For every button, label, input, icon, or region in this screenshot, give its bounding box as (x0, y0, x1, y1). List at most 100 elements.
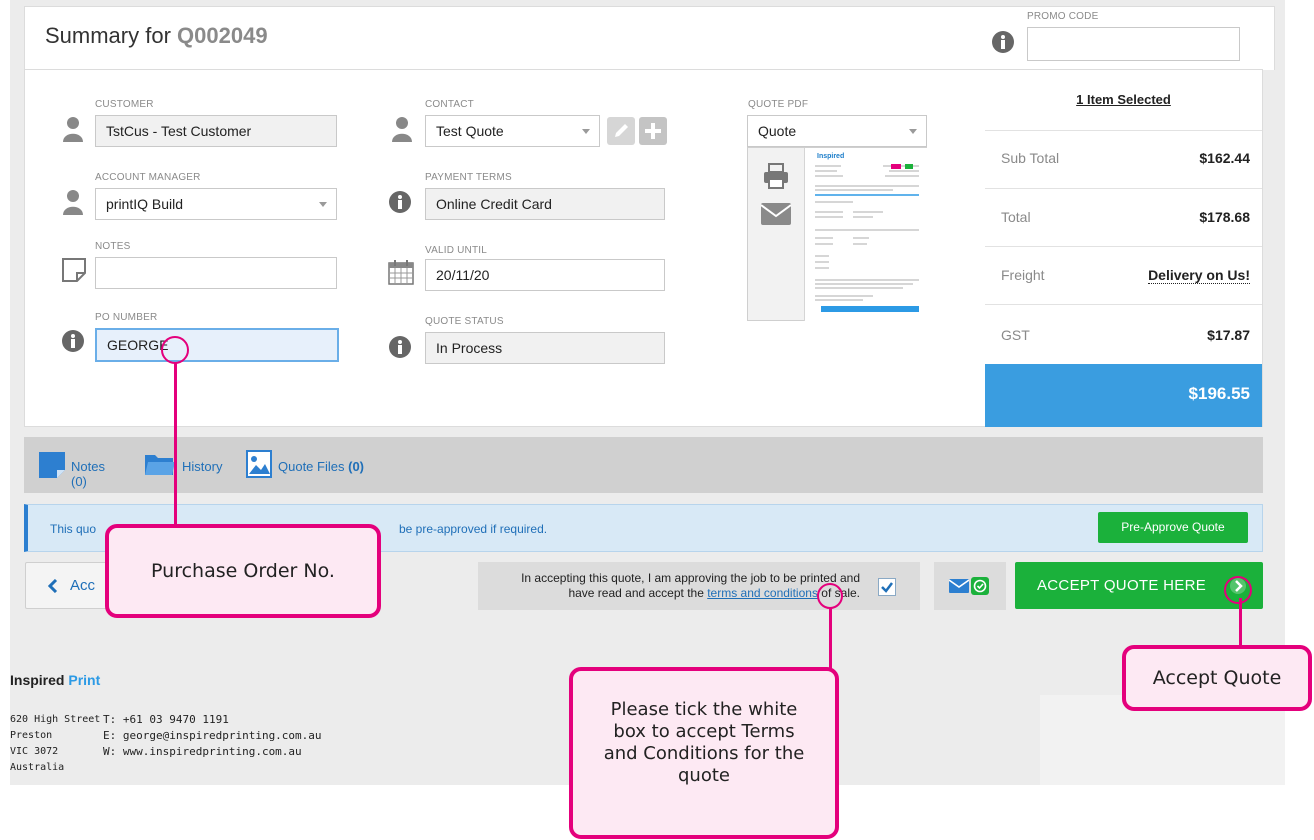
callout-marker (161, 336, 189, 364)
notes-input[interactable] (95, 257, 337, 289)
email-approve-button[interactable] (934, 562, 1006, 610)
pdf-preview-panel: Inspired (747, 147, 927, 321)
notes-label: NOTES (95, 241, 131, 252)
thumbnail-logo: Inspired (817, 153, 845, 160)
company-address: 620 High Street Preston VIC 3072 Austral… (10, 712, 100, 776)
address-line: Preston (10, 730, 53, 741)
company-website[interactable]: W: www.inspiredprinting.com.au (103, 744, 322, 760)
accept-terms-checkbox[interactable] (878, 578, 896, 596)
price-summary-panel: 1 Item Selected Sub Total $162.44 Total … (985, 69, 1263, 427)
contact-select[interactable]: Test Quote (425, 115, 600, 147)
terms-line-2-start: have read and accept the (568, 586, 704, 600)
terms-and-conditions-link[interactable]: terms and conditions (707, 586, 818, 600)
account-manager-label: ACCOUNT MANAGER (95, 172, 201, 183)
title-prefix: Summary for (45, 23, 171, 48)
quote-pdf-value: Quote (758, 123, 797, 139)
add-contact-button[interactable] (639, 117, 667, 145)
payment-terms-field[interactable]: Online Credit Card (425, 188, 665, 220)
po-number-input[interactable]: GEORGE (95, 328, 339, 362)
address-line: VIC 3072 (10, 746, 59, 757)
quote-files-text: Quote Files (278, 459, 345, 474)
customer-label: CUSTOMER (95, 99, 154, 110)
info-icon (389, 191, 411, 218)
tab-history[interactable]: History (145, 450, 225, 480)
approved-check-icon (971, 577, 989, 595)
callout-connector (1239, 598, 1242, 648)
mail-icon[interactable] (760, 203, 792, 230)
quote-number: Q002049 (177, 23, 268, 48)
total-value: $178.68 (1199, 209, 1250, 225)
valid-until-label: VALID UNTIL (425, 245, 488, 256)
pdf-thumbnail[interactable]: Inspired (804, 148, 927, 321)
company-email[interactable]: E: george@inspiredprinting.com.au (103, 728, 322, 744)
terms-text: In accepting this quote, I am approving … (478, 571, 860, 601)
info-icon (62, 330, 84, 357)
banner-text-start: This quo (50, 522, 97, 536)
person-icon (63, 189, 83, 220)
terms-line-2: have read and accept the terms and condi… (478, 586, 860, 601)
quote-pdf-label: QUOTE PDF (748, 99, 809, 110)
terms-acceptance-box: In accepting this quote, I am approving … (478, 562, 920, 610)
info-icon (389, 336, 411, 363)
tab-notes-label: Notes (0) (71, 459, 105, 489)
chevron-down-icon (582, 129, 590, 134)
tab-quote-files[interactable]: Quote Files (0) (246, 448, 366, 480)
grand-total-value: $196.55 (1188, 384, 1250, 403)
grand-total-bar: $196.55 (985, 364, 1262, 427)
promo-code-input[interactable] (1027, 27, 1240, 61)
chevron-down-icon (909, 129, 917, 134)
account-manager-select[interactable]: printIQ Build (95, 188, 337, 220)
contact-value: Test Quote (436, 123, 504, 139)
freight-row: Freight Delivery on Us! (985, 247, 1262, 305)
folder-icon (145, 455, 175, 475)
sub-total-row: Sub Total $162.44 (985, 131, 1262, 189)
pre-approve-quote-button[interactable]: Pre-Approve Quote (1098, 512, 1248, 543)
contact-label: CONTACT (425, 99, 474, 110)
account-manager-value: printIQ Build (106, 196, 184, 212)
header-bar: Summary for Q002049 PROMO CODE (24, 6, 1275, 70)
customer-field[interactable]: TstCus - Test Customer (95, 115, 337, 147)
plus-icon (645, 123, 661, 139)
quote-files-count: (0) (348, 459, 364, 474)
edit-contact-button[interactable] (607, 117, 635, 145)
printer-icon[interactable] (762, 162, 790, 195)
freight-value[interactable]: Delivery on Us! (1148, 267, 1250, 284)
terms-callout: Please tick the white box to accept Term… (569, 667, 839, 839)
quote-status-field[interactable]: In Process (425, 332, 665, 364)
quote-details-panel: CUSTOMER TstCus - Test Customer ACCOUNT … (24, 69, 986, 427)
accept-quote-callout: Accept Quote (1122, 645, 1312, 711)
person-icon (63, 116, 83, 147)
image-file-icon (246, 450, 272, 478)
calendar-icon[interactable] (388, 259, 414, 290)
address-line: Australia (10, 762, 65, 773)
callout-marker (1224, 576, 1252, 604)
po-number-label: PO NUMBER (95, 312, 158, 323)
tab-quote-files-label: Quote Files (0) (278, 459, 364, 474)
company-name: Inspired Print (10, 672, 100, 688)
pencil-icon (615, 124, 628, 137)
note-icon (39, 452, 65, 478)
total-label: Total (1001, 209, 1031, 225)
gst-value: $17.87 (1207, 327, 1250, 343)
freight-label: Freight (1001, 267, 1045, 283)
note-icon (61, 257, 87, 288)
info-icon[interactable] (992, 31, 1014, 58)
page-title: Summary for Q002049 (45, 23, 268, 49)
callout-connector (829, 608, 832, 670)
sub-total-value: $162.44 (1199, 150, 1250, 166)
quote-pdf-select[interactable]: Quote (747, 115, 927, 147)
address-line: 620 High Street (10, 714, 101, 725)
items-selected-row: 1 Item Selected (985, 70, 1262, 131)
total-row: Total $178.68 (985, 189, 1262, 247)
back-button-label: Acc (70, 577, 96, 594)
chevron-left-icon (48, 579, 58, 593)
mail-icon (949, 579, 969, 593)
company-phone: T: +61 03 9470 1191 (103, 713, 229, 726)
po-number-callout: Purchase Order No. (105, 524, 381, 618)
callout-marker (817, 583, 843, 609)
company-name-first: Inspired (10, 672, 65, 688)
items-selected-link[interactable]: 1 Item Selected (985, 92, 1262, 107)
valid-until-input[interactable]: 20/11/20 (425, 259, 665, 291)
tabs-bar: Notes (0) History Quote Files (0) (24, 437, 1263, 493)
banner-text-end: be pre-approved if required. (399, 522, 548, 536)
